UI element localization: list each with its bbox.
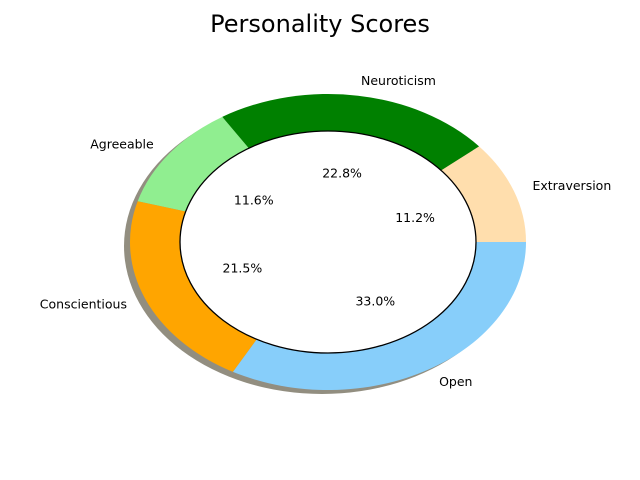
slice-label-conscientious: Conscientious — [40, 297, 127, 312]
slice-label-extraversion: Extraversion — [532, 178, 611, 193]
slice-label-neuroticism: Neuroticism — [361, 73, 436, 88]
slice-label-open: Open — [439, 374, 472, 389]
slice-pct-neuroticism: 22.8% — [322, 165, 362, 180]
donut-chart: Personality Scores Extraversion 11.2% Neur… — [40, 10, 611, 394]
slice-label-agreeable: Agreeable — [90, 136, 154, 151]
chart-title: Personality Scores — [210, 10, 430, 38]
slice-pct-open: 33.0% — [355, 294, 395, 309]
slice-pct-extraversion: 11.2% — [395, 210, 435, 225]
chart-container: Personality Scores Extraversion 11.2% Neur… — [0, 0, 640, 480]
slice-pct-conscientious: 21.5% — [223, 261, 263, 276]
donut-hole — [179, 130, 477, 354]
slice-pct-agreeable: 11.6% — [234, 192, 274, 207]
